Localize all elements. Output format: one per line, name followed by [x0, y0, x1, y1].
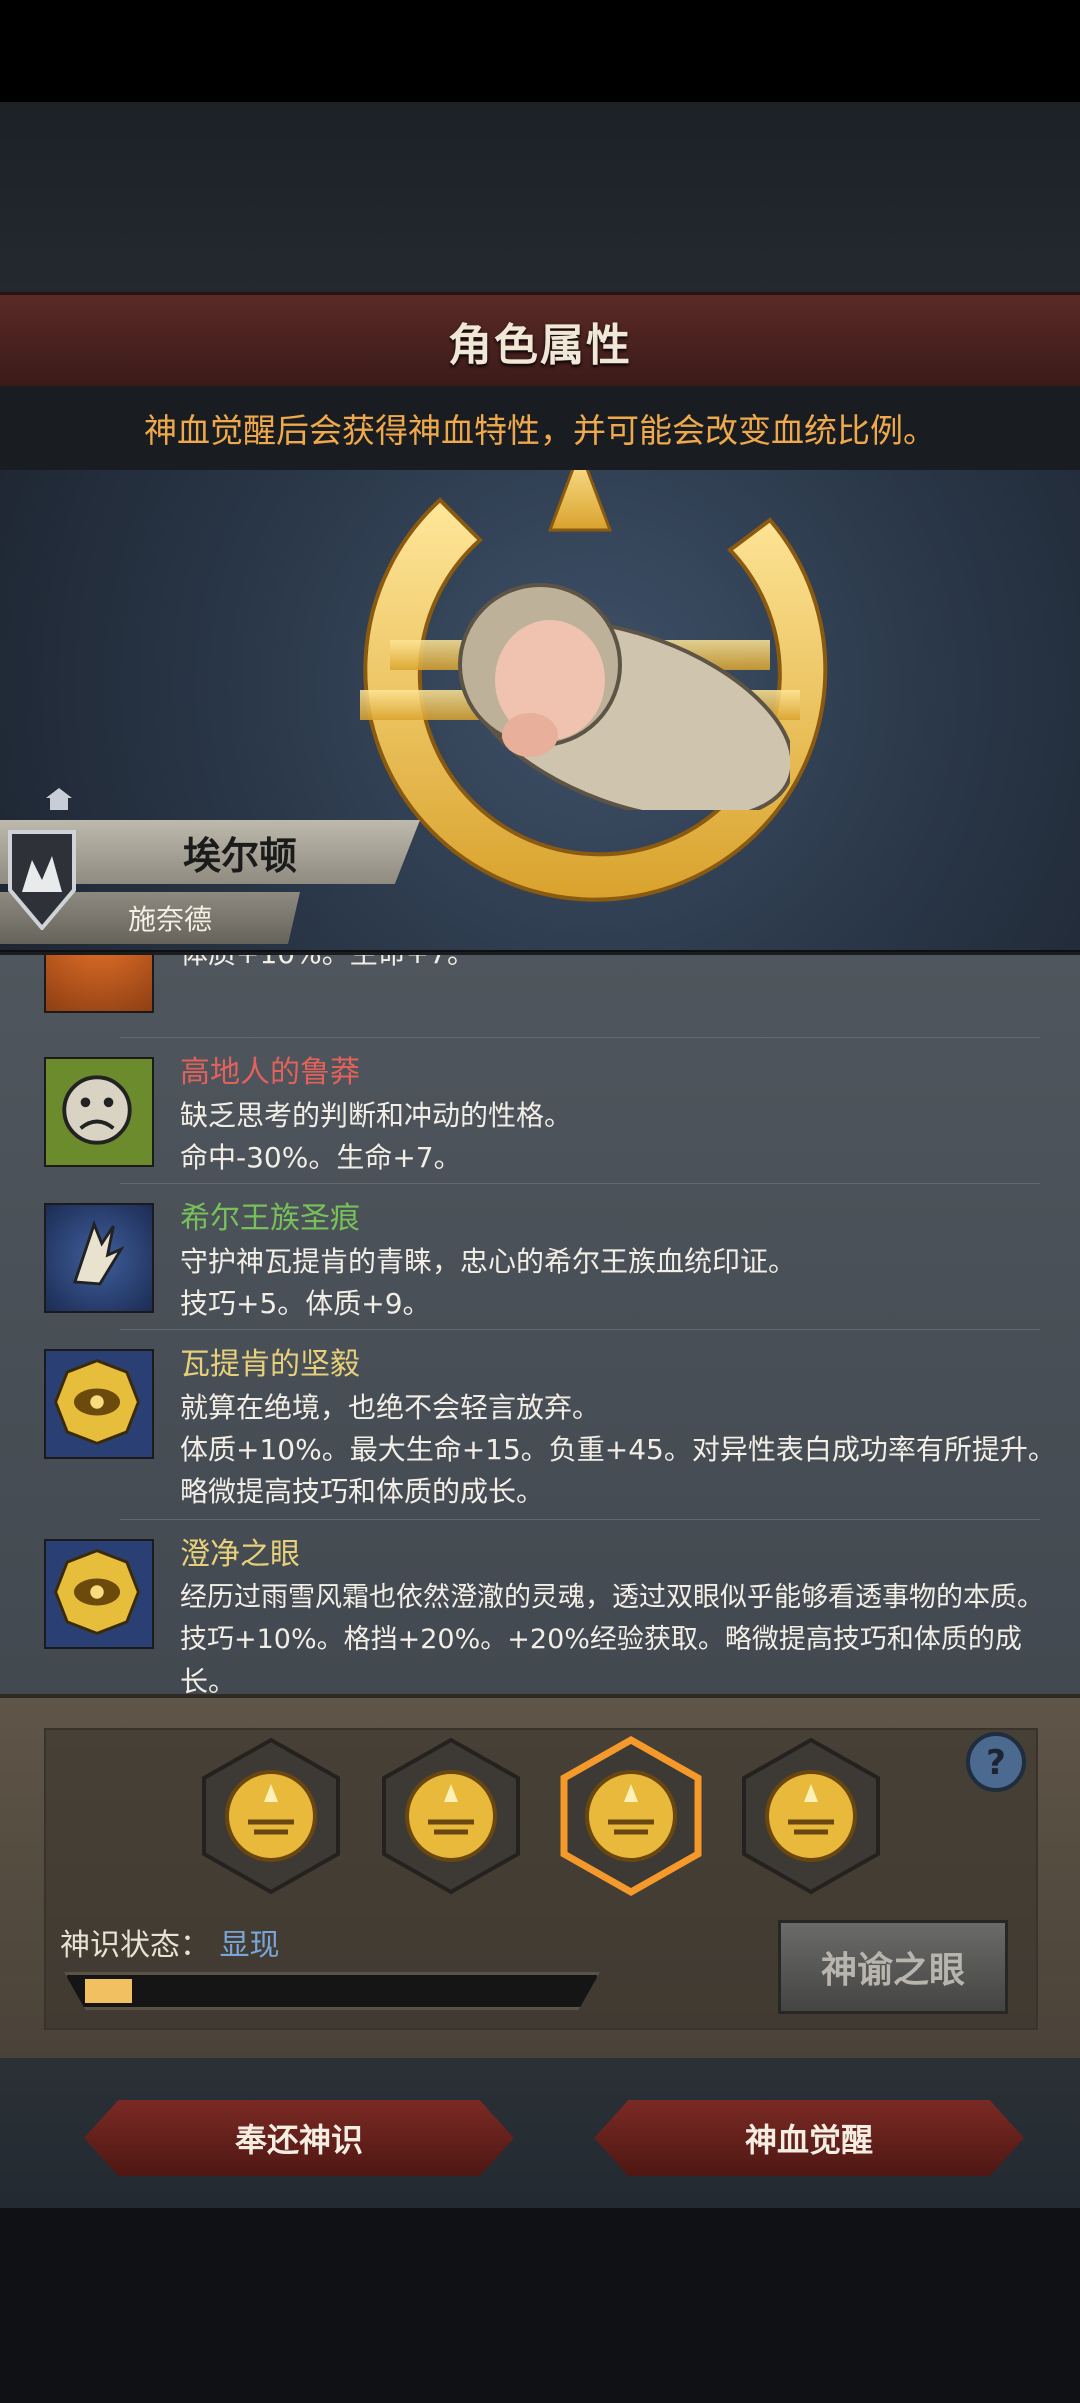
status-bar	[0, 0, 1080, 102]
divider	[120, 1183, 1040, 1184]
divine-slot-4[interactable]	[736, 1736, 886, 1896]
divider	[120, 1519, 1040, 1520]
divine-slot-1[interactable]	[196, 1736, 346, 1896]
character-name: 埃尔顿	[182, 833, 297, 878]
divine-status: 神识状态： 显现	[60, 1920, 280, 1964]
divider	[120, 1037, 1040, 1038]
trait-description: 缺乏思考的判断和冲动的性格。	[180, 1099, 573, 1132]
character-portrait: 埃尔顿 施奈德	[0, 470, 1080, 950]
feather-crest-icon	[44, 1203, 154, 1313]
hint-bar: 神血觉醒后会获得神血特性，并可能会改变血统比例。	[0, 386, 1080, 470]
divine-slot-2[interactable]	[376, 1736, 526, 1896]
return-divinity-button[interactable]: 奉还神识	[84, 2100, 514, 2176]
trait-description: 体质+10%。生命+7。	[180, 952, 475, 970]
header-background	[0, 102, 1080, 292]
trait-description: 守护神瓦提肯的青睐，忠心的希尔王族血统印证。	[180, 1245, 797, 1278]
golden-eye-medallion-icon	[44, 1539, 154, 1649]
divider	[120, 1329, 1040, 1330]
trait-growth: 略微提高技巧和体质的成长。	[180, 1475, 545, 1508]
progress-fill	[85, 1979, 132, 2003]
awaken-bloodline-label: 神血觉醒	[744, 2121, 873, 2159]
home-icon[interactable]	[46, 788, 72, 810]
trait-list[interactable]: 体质+10%。生命+7。 高地人的鲁莽 缺乏思考的判断和冲动的性格。 命中-30…	[0, 952, 1080, 1695]
trait-name: 希尔王族圣痕	[180, 1201, 360, 1236]
eye-icon	[44, 955, 154, 1013]
page-title: 角色属性	[448, 320, 632, 371]
oracle-eye-label: 神谕之眼	[820, 1950, 965, 1991]
trait-stats-cont: 长。	[180, 1665, 237, 1695]
divine-slot-3-selected[interactable]	[556, 1736, 706, 1896]
hint-text: 神血觉醒后会获得神血特性，并可能会改变血统比例。	[144, 411, 936, 450]
trait-description: 就算在绝境，也绝不会轻言放弃。	[180, 1391, 601, 1424]
oracle-eye-button[interactable]: 神谕之眼	[778, 1920, 1008, 2014]
status-label: 神识状态：	[60, 1928, 210, 1963]
trait-name: 瓦提肯的坚毅	[180, 1347, 360, 1382]
trait-stats: 命中-30%。生命+7。	[180, 1141, 462, 1174]
return-divinity-label: 奉还神识	[234, 2121, 363, 2159]
status-value: 显现	[219, 1928, 280, 1963]
svg-text:?: ?	[986, 1743, 1006, 1783]
trait-name: 高地人的鲁莽	[180, 1055, 360, 1090]
frown-face-icon	[44, 1057, 154, 1167]
help-icon[interactable]: ?	[964, 1730, 1028, 1794]
trait-stats: 技巧+10%。格挡+20%。+20%经验获取。略微提高技巧和体质的成	[180, 1624, 1022, 1655]
class-shield-icon	[8, 830, 76, 930]
golden-eye-medallion-icon	[44, 1349, 154, 1459]
awaken-bloodline-button[interactable]: 神血觉醒	[594, 2100, 1024, 2176]
trait-name: 澄净之眼	[180, 1537, 300, 1572]
character-title: 施奈德	[127, 903, 212, 936]
trait-description: 经历过雨雪风霜也依然澄澈的灵魂，透过双眼似乎能够看透事物的本质。	[180, 1582, 1044, 1613]
bottom-background	[0, 2208, 1080, 2403]
trait-stats: 技巧+5。体质+9。	[180, 1287, 431, 1320]
divine-progress-bar	[64, 1972, 600, 2010]
title-bar: 角色属性	[0, 292, 1080, 390]
swaddled-baby-illustration	[458, 583, 790, 810]
trait-stats: 体质+10%。最大生命+15。负重+45。对异性表白成功率有所提升。	[180, 1433, 1056, 1466]
